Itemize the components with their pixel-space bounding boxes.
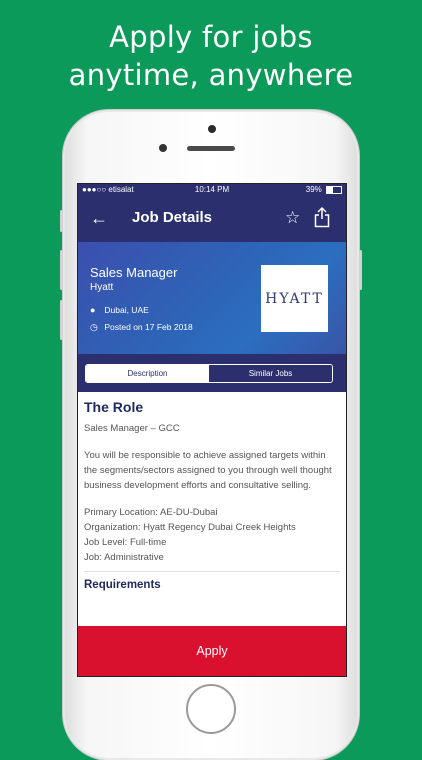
job-description: The Role Sales Manager – GCC You will be… [78, 392, 346, 591]
top-camera [208, 125, 216, 133]
company-logo: HYATT [261, 265, 328, 332]
nav-bar: ← Job Details ☆ [78, 196, 346, 242]
job-location-text: Dubai, UAE [104, 305, 149, 315]
front-camera [159, 144, 167, 152]
apply-button[interactable]: Apply [78, 626, 346, 676]
promo-line-1: Apply for jobs [109, 20, 313, 54]
battery-percent: 39% [305, 185, 322, 194]
job-header: Sales Manager Hyatt ● Dubai, UAE ◷ Poste… [78, 242, 346, 354]
status-bar: ●●●○○ etisalat 10:14 PM 39% [78, 184, 346, 196]
location-pin-icon: ● [90, 305, 96, 315]
role-description: You will be responsible to achieve assig… [84, 450, 332, 491]
tab-description[interactable]: Description [86, 365, 209, 382]
divider [84, 571, 340, 572]
page-title: Job Details [132, 209, 213, 226]
earpiece-speaker [187, 146, 235, 151]
back-arrow-icon[interactable]: ← [90, 208, 108, 228]
job-details-list: Primary Location: AE-DU-Dubai Organizati… [84, 505, 340, 565]
tab-bar: Description Similar Jobs [78, 354, 346, 392]
tab-similar-jobs[interactable]: Similar Jobs [209, 365, 332, 382]
battery-status: 39% [306, 184, 342, 196]
section-title: The Role [84, 399, 144, 415]
star-icon[interactable]: ☆ [285, 208, 300, 228]
promo-headline: Apply for jobs anytime, anywhere [0, 18, 422, 94]
battery-icon [326, 185, 342, 194]
role-subtitle: Sales Manager – GCC [84, 423, 180, 434]
segmented-control: Description Similar Jobs [85, 364, 333, 383]
volume-down-button [60, 300, 63, 340]
volume-up-button [60, 250, 63, 290]
requirements-title: Requirements [84, 579, 161, 591]
home-button[interactable] [186, 684, 236, 734]
company-name: Hyatt [90, 282, 114, 293]
job-level: Job Level: Full-time [84, 537, 167, 548]
job-category: Job: Administrative [84, 552, 164, 563]
clock-icon: ◷ [90, 322, 98, 332]
power-button [359, 250, 362, 290]
share-icon[interactable] [314, 206, 330, 228]
mute-switch [60, 210, 63, 232]
job-posted-text: Posted on 17 Feb 2018 [104, 322, 193, 332]
organization: Organization: Hyatt Regency Dubai Creek … [84, 522, 296, 533]
app-screen: ●●●○○ etisalat 10:14 PM 39% ← Job Detail… [77, 183, 347, 677]
job-posted: ◷ Posted on 17 Feb 2018 [90, 322, 193, 333]
primary-location: Primary Location: AE-DU-Dubai [84, 507, 218, 518]
promo-line-2: anytime, anywhere [68, 58, 354, 92]
company-logo-text: HYATT [265, 290, 324, 307]
job-title: Sales Manager [90, 265, 178, 280]
phone-frame: ●●●○○ etisalat 10:14 PM 39% ← Job Detail… [60, 110, 362, 760]
job-location: ● Dubai, UAE [90, 305, 149, 315]
